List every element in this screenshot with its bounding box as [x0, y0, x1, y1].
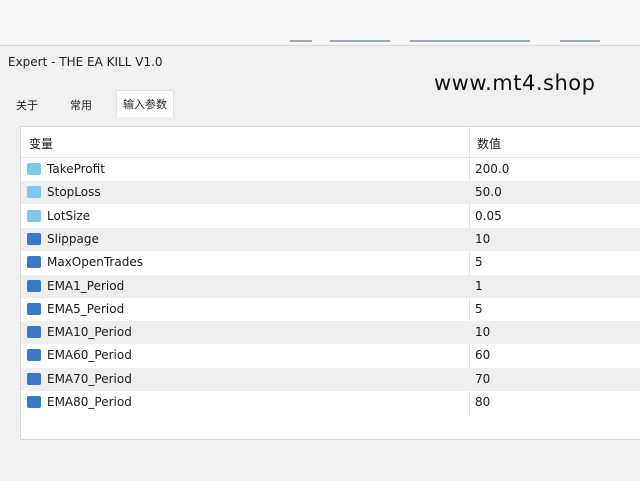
table-row[interactable]: EMA60_Period 60 — [21, 344, 640, 367]
window-title: Expert - THE EA KILL V1.0 — [8, 55, 163, 69]
tab-inputs[interactable]: 输入参数 — [116, 90, 174, 117]
double-type-icon — [27, 186, 41, 199]
parameter-value[interactable]: 1 — [475, 279, 483, 293]
parameter-value[interactable]: 5 — [475, 255, 483, 269]
parameter-name: EMA70_Period — [47, 371, 132, 386]
table-row[interactable]: EMA5_Period 5 — [21, 298, 640, 321]
parameter-value[interactable]: 10 — [475, 325, 490, 339]
background-strip — [0, 0, 640, 44]
integer-type-icon — [27, 372, 41, 385]
table-row[interactable]: MaxOpenTrades 5 — [21, 251, 640, 274]
table-row[interactable]: StopLoss 50.0 — [21, 181, 640, 205]
table-row[interactable]: LotSize 0.05 — [21, 205, 640, 228]
tab-common[interactable]: 常用 — [66, 94, 96, 116]
table-row[interactable]: TakeProfit 200.0 — [21, 158, 640, 181]
table-row[interactable]: EMA1_Period 1 — [21, 274, 640, 298]
integer-type-icon — [27, 326, 41, 339]
parameter-name: TakeProfit — [47, 162, 105, 176]
parameter-value[interactable]: 60 — [475, 348, 490, 362]
integer-type-icon — [27, 302, 41, 315]
background-toolbar-mark — [290, 40, 312, 42]
double-type-icon — [27, 163, 41, 175]
parameter-value[interactable]: 70 — [475, 372, 490, 386]
background-toolbar-mark — [410, 40, 530, 42]
table-header: 变量 数值 — [21, 127, 640, 158]
integer-type-icon — [27, 396, 41, 408]
parameter-name: EMA60_Period — [47, 348, 132, 363]
integer-type-icon — [27, 232, 41, 245]
parameter-name: EMA1_Period — [47, 278, 125, 293]
parameter-value[interactable]: 80 — [475, 395, 490, 409]
integer-type-icon — [27, 349, 41, 362]
parameter-name: EMA5_Period — [47, 301, 125, 316]
parameter-name: Slippage — [47, 231, 99, 246]
parameter-value[interactable]: 50.0 — [475, 185, 502, 199]
parameter-name: MaxOpenTrades — [47, 255, 143, 270]
tab-bar: 关于 常用 输入参数 — [0, 90, 640, 117]
parameter-value[interactable]: 5 — [475, 302, 483, 316]
inputs-panel: 变量 数值 TakeProfit 200.0 StopLoss 50.0 LotSize… — [20, 126, 640, 440]
table-row[interactable]: Slippage 10 — [21, 227, 640, 251]
parameter-name: EMA10_Period — [47, 325, 132, 340]
column-header-variable[interactable]: 变量 — [29, 135, 53, 152]
integer-type-icon — [27, 279, 41, 292]
parameter-name: LotSize — [47, 208, 91, 223]
table-row[interactable]: EMA70_Period 70 — [21, 367, 640, 391]
parameter-value[interactable]: 200.0 — [475, 162, 509, 176]
parameter-value[interactable]: 0.05 — [475, 209, 502, 223]
expert-properties-dialog: Expert - THE EA KILL V1.0 www.mt4.shop 关… — [0, 45, 640, 481]
table-row[interactable]: EMA10_Period 10 — [21, 321, 640, 345]
parameter-name: EMA80_Period — [47, 395, 132, 409]
parameter-value[interactable]: 10 — [475, 232, 490, 246]
parameter-name: StopLoss — [47, 185, 101, 200]
background-toolbar-mark — [560, 40, 600, 42]
double-type-icon — [27, 209, 41, 222]
column-header-value[interactable]: 数值 — [477, 135, 501, 152]
integer-type-icon — [27, 256, 41, 269]
tab-about[interactable]: 关于 — [12, 94, 42, 116]
background-toolbar-mark — [330, 40, 390, 42]
table-row[interactable]: EMA80_Period 80 — [21, 391, 640, 414]
